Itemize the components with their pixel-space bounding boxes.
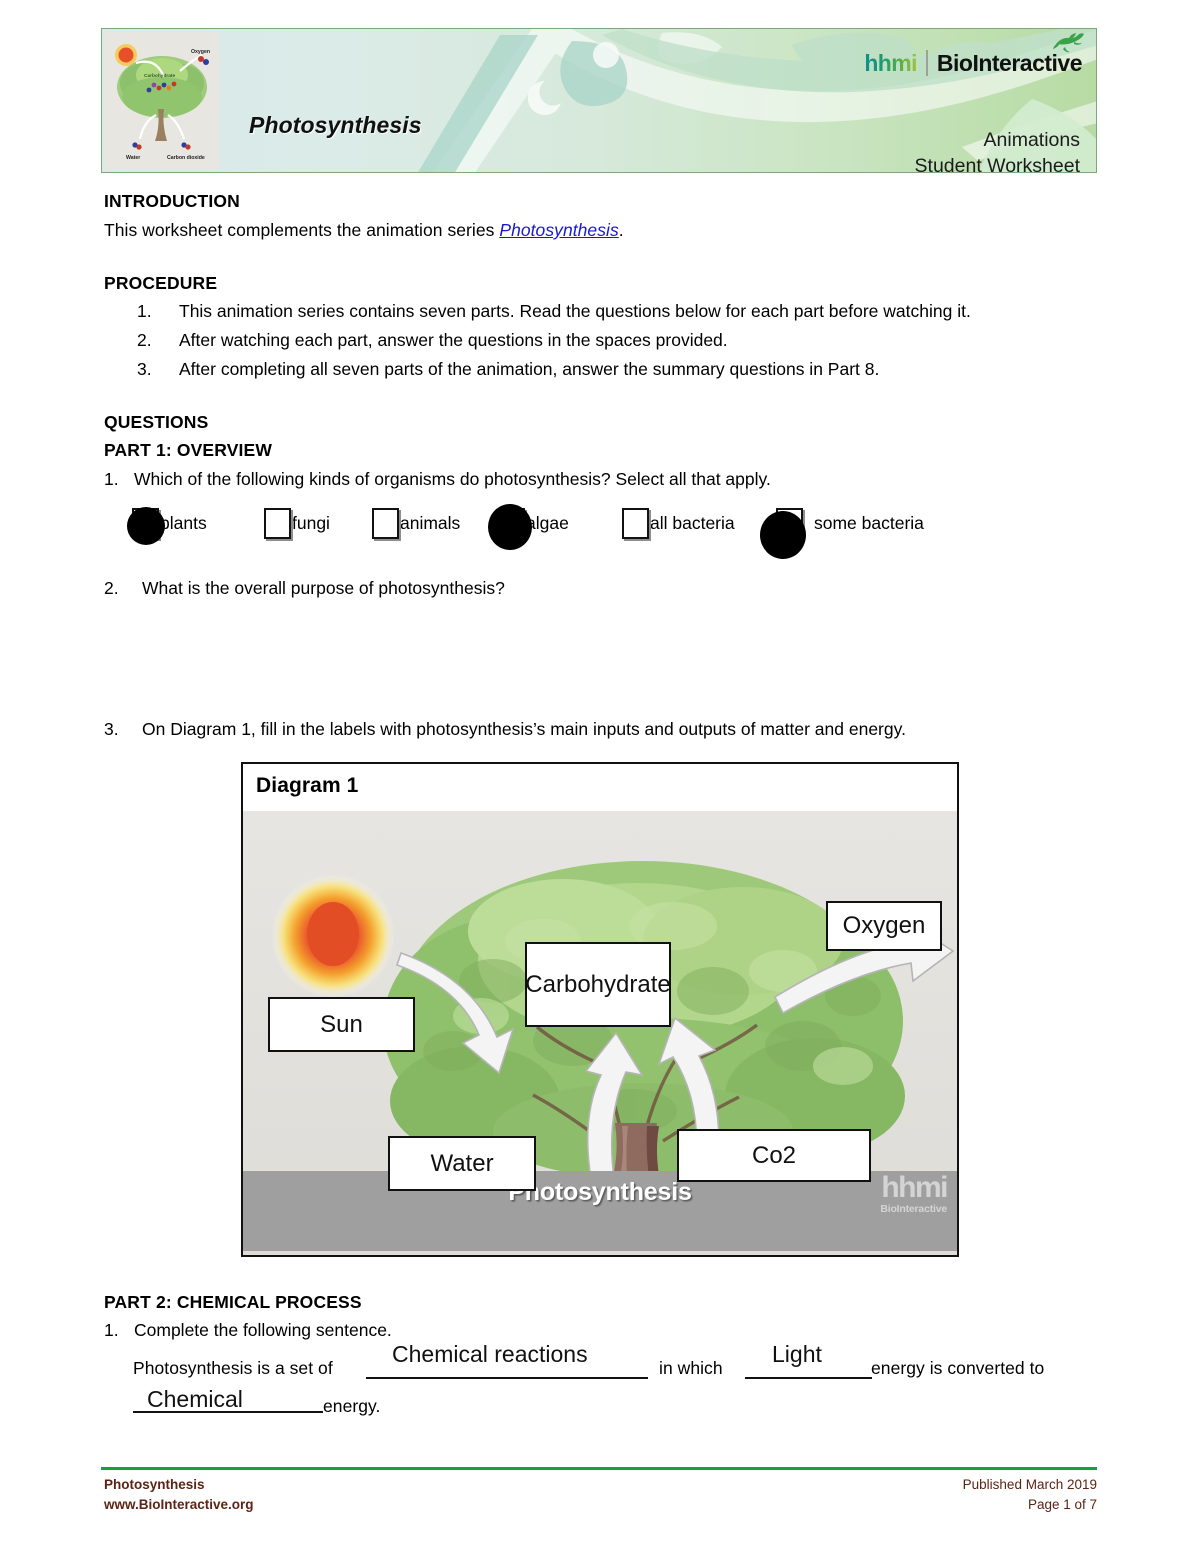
answer-blank-2-rule	[745, 1377, 872, 1379]
procedure-item-2-number: 2.	[137, 330, 152, 350]
thumbnail-tree-diagram: Oxygen Carbohydrate Water Carbon dioxide	[104, 31, 220, 170]
part2-question-1-number: 1.	[104, 1320, 119, 1340]
thumb-label-water: Water	[126, 155, 140, 161]
checkbox-fungi[interactable]	[264, 508, 291, 539]
footer-left-line1: Photosynthesis	[104, 1477, 205, 1492]
checkbox-animals[interactable]	[372, 508, 399, 539]
diagram-1-canvas: Photosynthesis hhmi BioInteractive Sun C…	[243, 811, 957, 1255]
part2-question-1-text: Complete the following sentence.	[134, 1320, 392, 1340]
footer-rule	[101, 1467, 1097, 1470]
logo-divider	[925, 50, 928, 76]
diagram-watermark-biointeractive: BioInteractive	[880, 1203, 947, 1215]
photosynthesis-series-link[interactable]: Photosynthesis	[499, 220, 618, 240]
gecko-icon	[1053, 33, 1084, 53]
diagram-watermark-hhmi: hhmi	[881, 1171, 948, 1204]
procedure-item-3-text: After completing all seven parts of the …	[179, 359, 880, 379]
checkbox-animals-label: animals	[400, 513, 461, 533]
procedure-heading: PROCEDURE	[104, 273, 218, 293]
header-subtitle-line2: Student Worksheet	[914, 155, 1080, 173]
part2-sentence-seg1: Photosynthesis is a set of	[133, 1358, 333, 1378]
procedure-item-1-text: This animation series contains seven par…	[179, 301, 971, 321]
checkbox-option-plants[interactable]: plants	[127, 507, 207, 552]
footer-right-line1: Published March 2019	[962, 1477, 1097, 1492]
checkbox-plants[interactable]	[127, 507, 165, 545]
thumb-label-carbohydrate: Carbohydrate	[144, 73, 176, 79]
question-1-text: Which of the following kinds of organism…	[134, 469, 771, 489]
answer-3-chemical[interactable]: Chemical	[147, 1386, 243, 1413]
checkbox-plants-label: plants	[160, 513, 207, 533]
checkbox-algae[interactable]	[488, 504, 532, 550]
footer-left-line2: www.BioInteractive.org	[104, 1497, 254, 1512]
introduction-text-before: This worksheet complements the animation…	[104, 220, 500, 240]
question-1-number: 1.	[104, 469, 119, 489]
diagram-label-carbohydrate[interactable]: Carbohydrate	[525, 942, 671, 1027]
organism-checkbox-row: plants fungi animals algae all bacteria …	[104, 504, 1004, 559]
answer-1-chemical-reactions[interactable]: Chemical reactions	[392, 1341, 588, 1368]
diagram-label-sun[interactable]: Sun	[268, 997, 415, 1052]
part2-sentence-seg4: energy.	[323, 1396, 381, 1416]
diagram-1-title: Diagram 1	[256, 774, 359, 797]
part2-sentence-seg3: energy is converted to	[871, 1358, 1045, 1378]
part1-heading: PART 1: OVERVIEW	[104, 440, 273, 460]
checkbox-algae-label: algae	[526, 513, 569, 533]
answer-blank-1-rule	[366, 1377, 648, 1379]
header-subtitle-line1: Animations	[983, 129, 1080, 151]
part2-heading: PART 2: CHEMICAL PROCESS	[104, 1292, 362, 1312]
part2-sentence-seg2: in which	[659, 1358, 723, 1378]
thumb-label-carbon-dioxide: Carbon dioxide	[167, 155, 205, 161]
question-3-number: 3.	[104, 719, 119, 739]
procedure-item-2-text: After watching each part, answer the que…	[179, 330, 728, 350]
biointeractive-wordmark: BioInteractive	[936, 49, 1083, 76]
diagram-1-container: Diagram 1 Photosynthesis hhmi BioInterac…	[241, 762, 959, 1257]
thumb-label-oxygen: Oxygen	[191, 49, 210, 55]
question-2-text: What is the overall purpose of photosynt…	[142, 578, 505, 598]
introduction-paragraph: This worksheet complements the animation…	[104, 220, 624, 241]
checkbox-option-algae[interactable]: algae	[488, 504, 569, 552]
introduction-heading: INTRODUCTION	[104, 191, 240, 211]
checkbox-option-all-bacteria[interactable]: all bacteria	[622, 508, 735, 552]
checkbox-option-some-bacteria[interactable]: some bacteria	[760, 508, 924, 559]
footer-right-line2: Page 1 of 7	[1027, 1497, 1097, 1512]
question-3-text: On Diagram 1, fill in the labels with ph…	[142, 719, 906, 739]
diagram-label-water[interactable]: Water	[388, 1136, 536, 1191]
introduction-text-after: .	[618, 220, 624, 240]
hhmi-wordmark: hhmi	[864, 49, 917, 76]
header-thumbnail-image: Oxygen Carbohydrate Water Carbon dioxide	[104, 31, 220, 170]
checkbox-option-animals[interactable]: animals	[372, 508, 460, 552]
checkbox-fungi-label: fungi	[292, 513, 330, 533]
diagram-label-co2[interactable]: Co2	[677, 1129, 871, 1182]
question-2-number: 2.	[104, 578, 119, 598]
diagram-band-title: Photosynthesis	[508, 1178, 692, 1206]
checkbox-some-bacteria-filled-mark	[760, 511, 806, 559]
procedure-item-3-number: 3.	[137, 359, 152, 379]
checkbox-some-bacteria-label: some bacteria	[814, 513, 924, 533]
page-header-banner: Oxygen Carbohydrate Water Carbon dioxide…	[101, 28, 1097, 173]
answer-2-light[interactable]: Light	[772, 1341, 822, 1368]
checkbox-all-bacteria-label: all bacteria	[650, 513, 735, 533]
diagram-label-oxygen[interactable]: Oxygen	[826, 901, 942, 951]
checkbox-option-fungi[interactable]: fungi	[264, 508, 330, 552]
diagram-hhmi-watermark: hhmi BioInteractive	[880, 1171, 948, 1215]
checkbox-some-bacteria[interactable]	[760, 508, 806, 559]
questions-heading: QUESTIONS	[104, 412, 209, 432]
procedure-item-1-number: 1.	[137, 301, 152, 321]
hhmi-biointeractive-logo: hhmi BioInteractive	[864, 49, 1083, 77]
header-title: Photosynthesis	[249, 112, 422, 138]
header-subtitle: Animations Student Worksheet	[914, 127, 1080, 173]
checkbox-all-bacteria[interactable]	[622, 508, 649, 539]
